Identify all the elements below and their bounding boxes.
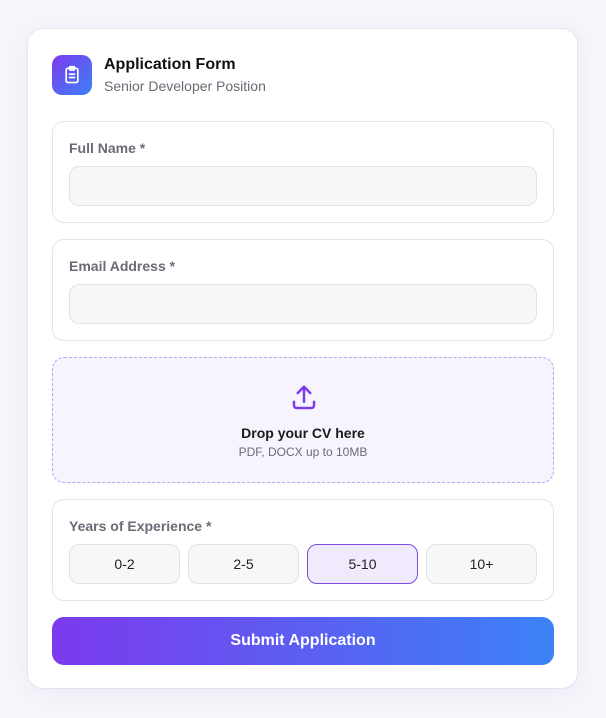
email-label: Email Address * [69, 258, 176, 274]
header-text: Application Form Senior Developer Positi… [104, 55, 266, 95]
full-name-input[interactable] [69, 166, 537, 206]
experience-label: Years of Experience * [69, 518, 212, 534]
upload-icon [292, 385, 316, 410]
cv-dropzone[interactable]: Drop your CV here PDF, DOCX up to 10MB [52, 357, 554, 483]
email-section: Email Address * [52, 239, 554, 341]
experience-section: Years of Experience * 0-2 2-5 5-10 10+ [52, 499, 554, 601]
email-input[interactable] [69, 284, 537, 324]
submit-application-button[interactable]: Submit Application [52, 617, 554, 665]
experience-option-0-2[interactable]: 0-2 [69, 544, 180, 584]
form-subtitle: Senior Developer Position [104, 78, 266, 94]
form-header: Application Form Senior Developer Positi… [52, 55, 266, 95]
clipboard-icon [52, 55, 92, 95]
experience-options: 0-2 2-5 5-10 10+ [69, 544, 537, 584]
dropzone-title: Drop your CV here [241, 425, 365, 441]
form-title: Application Form [104, 56, 236, 73]
experience-option-5-10[interactable]: 5-10 [307, 544, 418, 584]
full-name-label: Full Name * [69, 140, 146, 156]
experience-option-2-5[interactable]: 2-5 [188, 544, 299, 584]
application-form-card: Application Form Senior Developer Positi… [27, 28, 578, 689]
experience-option-10-plus[interactable]: 10+ [426, 544, 537, 584]
full-name-section: Full Name * [52, 121, 554, 223]
dropzone-hint: PDF, DOCX up to 10MB [238, 445, 368, 459]
